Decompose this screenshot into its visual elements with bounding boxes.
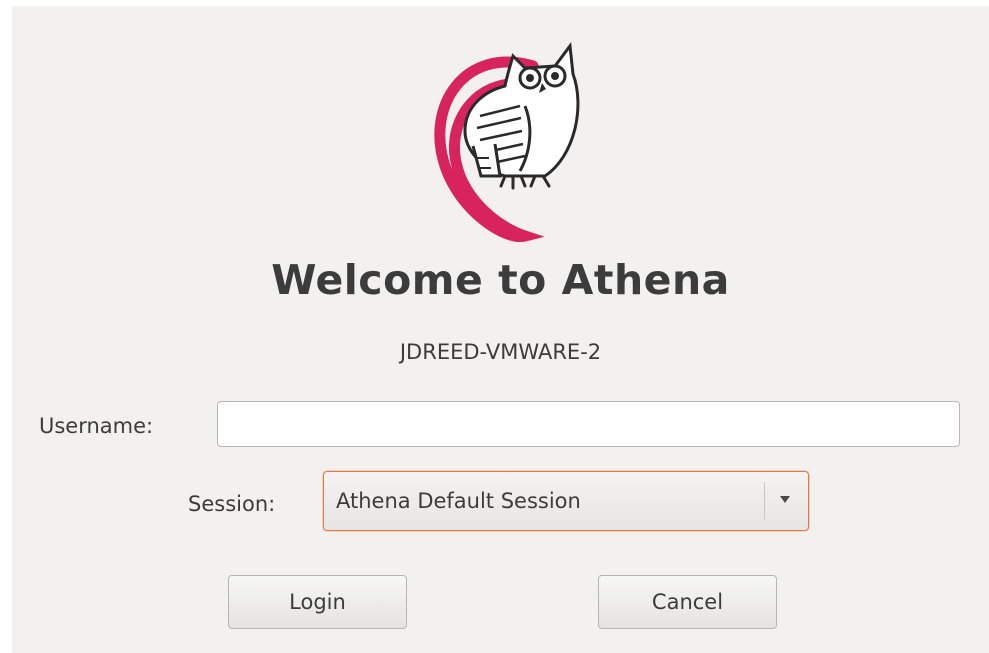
hostname-label: JDREED-VMWARE-2 xyxy=(399,340,602,364)
login-button[interactable]: Login xyxy=(228,575,407,629)
session-label: Session: xyxy=(188,492,276,516)
welcome-title: Welcome to Athena xyxy=(271,256,730,304)
chevron-down-icon xyxy=(780,496,790,503)
dropdown-separator xyxy=(764,482,765,520)
session-dropdown[interactable]: Athena Default Session xyxy=(323,471,809,531)
cancel-button[interactable]: Cancel xyxy=(598,575,777,629)
login-window: Welcome to Athena JDREED-VMWARE-2 Userna… xyxy=(12,6,989,653)
athena-owl-logo xyxy=(434,42,580,243)
username-label: Username: xyxy=(39,414,154,438)
username-input[interactable] xyxy=(217,401,960,447)
session-selected-value: Athena Default Session xyxy=(336,489,581,513)
